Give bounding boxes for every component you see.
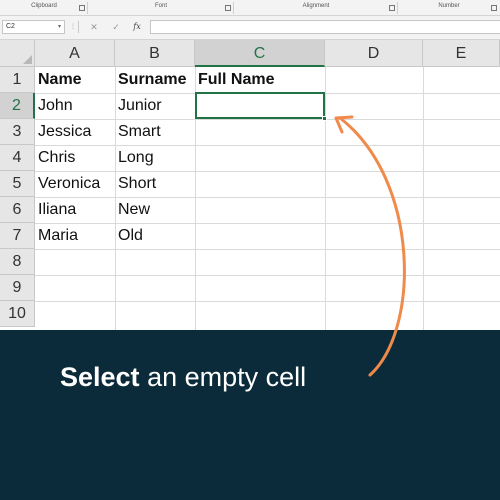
ribbon-group-label: Alignment [302,3,330,9]
chevron-down-icon[interactable]: ▾ [58,23,61,30]
cell-a2[interactable]: John [35,93,73,119]
fill-handle[interactable] [322,116,327,121]
dialog-launcher-icon[interactable] [79,5,85,11]
cell-c1[interactable]: Full Name [195,67,274,93]
ribbon-group-label: Font [154,3,167,9]
ribbon-group-font[interactable]: Font [88,0,234,16]
row-header-7[interactable]: 7 [0,223,35,249]
formula-bar-divider [78,21,79,33]
caption-rest: an empty cell [139,362,307,392]
name-box-value: C2 [6,23,15,30]
gridline [325,67,326,330]
cell-b6[interactable]: New [115,197,150,223]
name-box[interactable]: C2 ▾ [2,20,65,34]
cell-a5[interactable]: Veronica [35,171,100,197]
instruction-caption: Select an empty cell [60,362,306,393]
cell-b4[interactable]: Long [115,145,154,171]
cell-b1[interactable]: Surname [115,67,186,93]
instruction-banner: Select an empty cell [0,330,500,500]
gridline [35,197,500,198]
cell-a1[interactable]: Name [35,67,82,93]
select-all-icon [23,55,32,64]
cancel-icon[interactable]: ✕ [88,21,100,33]
spreadsheet-grid: A B C D E 1 2 3 4 5 6 7 8 9 10 Name Surn… [0,40,500,330]
row-header-1[interactable]: 1 [0,67,35,93]
formula-input[interactable] [150,20,500,34]
cell-b7[interactable]: Old [115,223,143,249]
row-header-3[interactable]: 3 [0,119,35,145]
gridline [35,119,500,120]
select-all-button[interactable] [0,40,35,67]
enter-icon[interactable]: ✓ [110,21,122,33]
gridline [35,171,500,172]
gridline [35,249,500,250]
dialog-launcher-icon[interactable] [225,5,231,11]
gridline [423,67,424,330]
insert-function-icon[interactable]: fx [131,21,143,33]
ribbon-group-label: Number [438,3,460,9]
cell-a4[interactable]: Chris [35,145,75,171]
cell-a3[interactable]: Jessica [35,119,91,145]
row-header-4[interactable]: 4 [0,145,35,171]
ribbon-group-label: Clipboard [31,3,57,9]
gridline [35,301,500,302]
formula-bar: C2 ▾ ⋮ ✕ ✓ fx [0,16,500,40]
dialog-launcher-icon[interactable] [491,5,497,11]
row-header-6[interactable]: 6 [0,197,35,223]
active-cell-c2[interactable] [195,92,327,121]
cell-b5[interactable]: Short [115,171,156,197]
column-header-b[interactable]: B [115,40,195,67]
column-header-d[interactable]: D [325,40,423,67]
ribbon-group-alignment[interactable]: Alignment [234,0,398,16]
cell-a7[interactable]: Maria [35,223,78,249]
gridline [35,223,500,224]
row-header-5[interactable]: 5 [0,171,35,197]
cell-a6[interactable]: Iliana [35,197,76,223]
row-header-10[interactable]: 10 [0,301,35,327]
gridline [35,145,500,146]
gridline [35,275,500,276]
column-header-a[interactable]: A [35,40,115,67]
dialog-launcher-icon[interactable] [389,5,395,11]
ribbon-group-clipboard[interactable]: Clipboard [0,0,88,16]
row-header-8[interactable]: 8 [0,249,35,275]
row-header-9[interactable]: 9 [0,275,35,301]
ribbon-group-strip: Clipboard Font Alignment Number [0,0,500,16]
column-header-c[interactable]: C [195,40,325,67]
caption-bold: Select [60,362,140,392]
ribbon-group-number[interactable]: Number [398,0,500,16]
column-header-e[interactable]: E [423,40,500,67]
cell-b2[interactable]: Junior [115,93,162,119]
row-header-2[interactable]: 2 [0,93,35,119]
cell-b3[interactable]: Smart [115,119,161,145]
